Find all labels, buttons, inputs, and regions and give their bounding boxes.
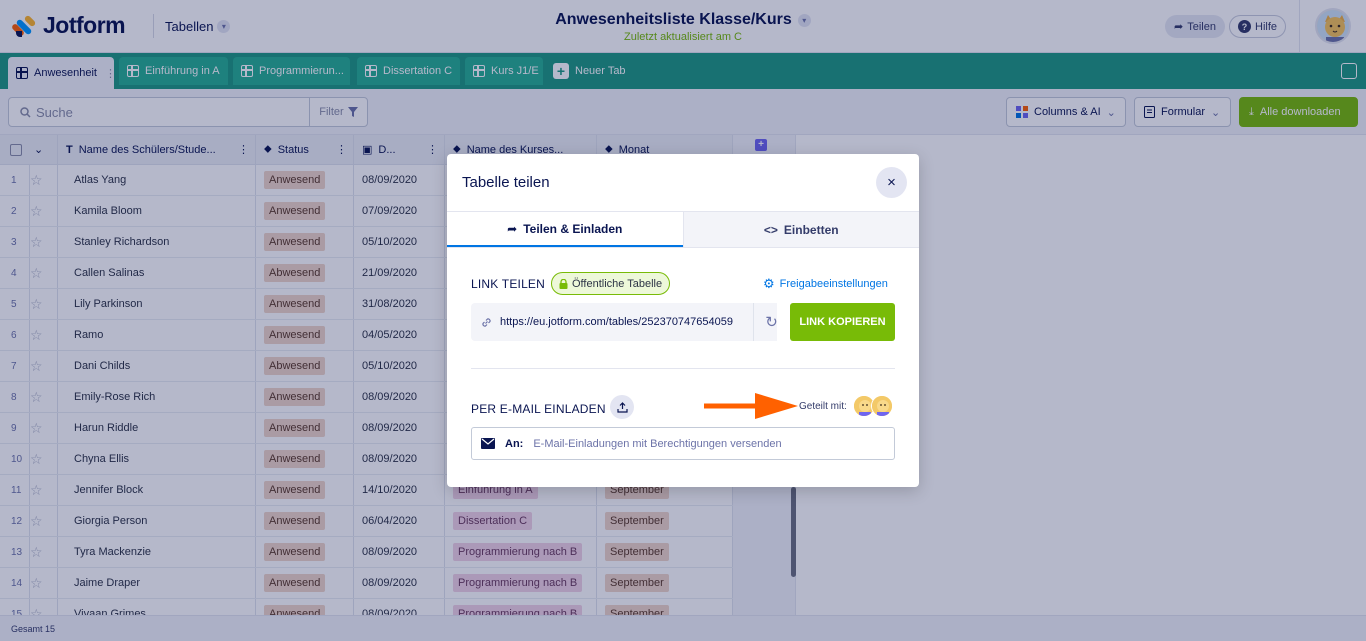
refresh-link-icon[interactable]: ↻ <box>753 303 789 341</box>
section-divider <box>471 368 895 369</box>
sharing-settings-link[interactable]: ⚙ Freigabeeinstellungen <box>763 276 888 292</box>
avatar-cat-icon <box>872 396 892 416</box>
tab-share-invite[interactable]: ➦ Teilen & Einladen <box>447 212 683 247</box>
email-to-label: An: <box>505 437 524 450</box>
link-icon <box>482 317 491 327</box>
email-placeholder: E-Mail-Einladungen mit Berechtigungen ve… <box>533 437 782 450</box>
tab-embed[interactable]: <> Einbetten <box>682 212 919 247</box>
email-invite-heading: PER E-MAIL EINLADEN <box>471 402 606 416</box>
lock-icon <box>559 278 568 289</box>
share-table-dialog: Tabelle teilen × ➦ Teilen & Einladen <> … <box>447 154 919 487</box>
share-url[interactable]: https://eu.jotform.com/tables/2523707476… <box>492 316 744 328</box>
shared-user-avatar[interactable] <box>871 395 893 417</box>
share-link-field[interactable]: https://eu.jotform.com/tables/2523707476… <box>471 303 777 341</box>
dialog-tabs: ➦ Teilen & Einladen <> Einbetten <box>447 211 919 248</box>
annotation-arrow-icon <box>704 393 798 419</box>
code-icon: <> <box>763 222 778 237</box>
tab-label: Teilen & Einladen <box>523 221 623 236</box>
upload-icon[interactable] <box>610 395 634 419</box>
close-icon[interactable]: × <box>876 167 907 198</box>
public-badge-label: Öffentliche Tabelle <box>572 277 663 290</box>
share-link-heading: LINK TEILEN <box>471 277 546 291</box>
dialog-title: Tabelle teilen <box>462 174 550 191</box>
tab-label: Einbetten <box>783 222 839 237</box>
public-table-badge[interactable]: Öffentliche Tabelle <box>551 272 671 295</box>
email-invite-input[interactable]: An: E-Mail-Einladungen mit Berechtigunge… <box>471 427 895 460</box>
settings-label: Freigabeeinstellungen <box>779 278 888 290</box>
copy-link-button[interactable]: LINK KOPIEREN <box>790 303 895 341</box>
share-arrow-icon: ➦ <box>507 221 518 236</box>
gear-icon: ⚙ <box>763 276 775 291</box>
envelope-icon <box>481 438 495 449</box>
shared-with-label: Geteilt mit: <box>799 401 847 412</box>
